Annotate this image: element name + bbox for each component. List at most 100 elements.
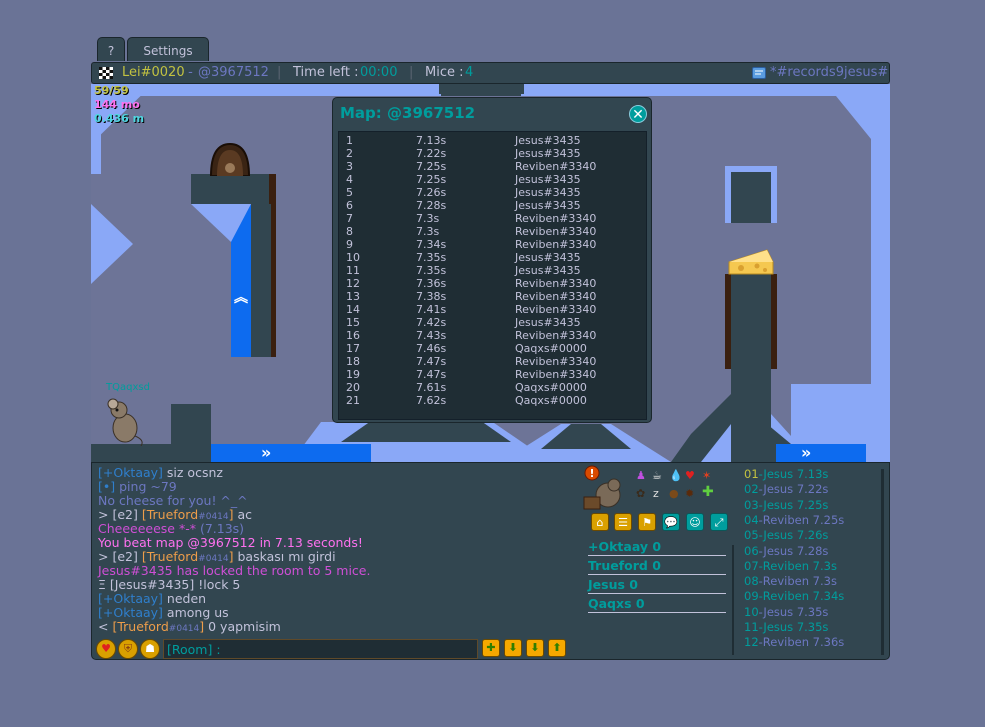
record-rank: 3 (346, 160, 353, 173)
player-row-score: 0 (629, 577, 638, 592)
shaman-icon[interactable]: ☗ (140, 639, 160, 659)
heart-icon[interactable]: ♥ (685, 469, 695, 483)
record-time: 7.38s (416, 290, 447, 303)
message-icon[interactable] (752, 66, 766, 79)
home-icon[interactable]: ⌂ (591, 513, 609, 531)
record-row: 9 7.34s Reviben#3340 (346, 238, 636, 251)
chat-message: neden (162, 591, 207, 606)
leaderboard-text: -Jesus 7.13s (758, 467, 829, 481)
chat-input[interactable]: [Room] : (163, 639, 478, 659)
chat-line: Jesus#3435 has locked the room to 5 mice… (98, 563, 371, 578)
help-tab[interactable]: ? (97, 37, 125, 61)
player-row[interactable]: Qaqxs 0 (588, 595, 726, 613)
map-ramp (191, 204, 251, 242)
chat-author[interactable]: [Trueford (142, 507, 198, 522)
sparkle-icon[interactable]: ✶ (702, 469, 711, 483)
leaderboard-position: 06 (744, 543, 759, 558)
chat-author[interactable]: [+Oktaay] (98, 591, 163, 606)
leaderboard-position: 08 (744, 574, 759, 589)
chat-author[interactable]: [Trueford (142, 549, 198, 564)
record-rank: 16 (346, 329, 360, 342)
down-icon[interactable]: ⬇ (526, 639, 544, 657)
record-player: Reviben#3340 (515, 290, 597, 303)
leaderboard-text: -Jesus 7.35s (758, 604, 829, 619)
leaderboard-entry: 08-Reviben 7.3s (744, 574, 837, 589)
record-rank: 15 (346, 316, 360, 329)
chat-author[interactable]: [+Oktaay] (98, 465, 163, 480)
record-rank: 20 (346, 381, 360, 394)
leaderboard-text: -Reviben 7.25s (758, 512, 845, 527)
fullscreen-icon[interactable]: ⤢ (710, 513, 728, 531)
speed-readout: 0.436 m (94, 112, 145, 125)
booster-right-icon: » (261, 443, 272, 462)
player-avatar[interactable]: ! (582, 465, 626, 511)
record-rank: 12 (346, 277, 360, 290)
record-rank: 17 (346, 342, 360, 355)
chat-icon[interactable]: 💬 (662, 513, 680, 531)
down-icon[interactable]: ⬇ (504, 639, 522, 657)
heart-icon[interactable]: ♥ (96, 639, 116, 659)
record-player: Qaqxs#0000 (515, 342, 587, 355)
record-rank: 9 (346, 238, 353, 251)
mouse-icon[interactable]: ✿ (636, 487, 645, 501)
chat-author[interactable]: [Trueford (112, 619, 168, 634)
player-name: Lei#0020 (122, 65, 185, 80)
cake-icon[interactable]: ☕ (652, 469, 662, 483)
leaderboard-text: -Reviben 7.3s (758, 558, 837, 573)
record-rank: 11 (346, 264, 360, 277)
mouse-avatar[interactable] (105, 396, 145, 446)
coffee-icon[interactable]: ● (669, 487, 679, 501)
record-rank: 4 (346, 173, 353, 186)
records-list[interactable]: 1 7.13s Jesus#3435 2 7.22s Jesus#3435 3 7.25s Re… (338, 131, 647, 420)
record-row: 21 7.62s Qaqxs#0000 (346, 394, 636, 407)
record-player: Reviben#3340 (515, 212, 597, 225)
record-rank: 21 (346, 394, 360, 407)
time-left-label: Time left : (293, 65, 363, 80)
mice-count: 4 (465, 65, 474, 80)
record-row: 17 7.46s Qaqxs#0000 (346, 342, 636, 355)
settings-tab[interactable]: Settings (127, 37, 209, 61)
record-player: Jesus#3435 (515, 134, 581, 147)
leaderboard-position: 10 (744, 604, 759, 619)
divider: | (277, 65, 282, 80)
drop-icon[interactable]: 💧 (669, 469, 683, 483)
chat-prefix: > [e2] (98, 549, 142, 564)
shop-icon[interactable]: ⛨ (118, 639, 138, 659)
record-time: 7.26s (416, 186, 447, 199)
pillar-column (251, 204, 271, 357)
player-row[interactable]: Trueford 0 (588, 557, 726, 575)
close-icon[interactable]: ✕ (629, 105, 647, 123)
up-icon[interactable]: ⬆ (548, 639, 566, 657)
dress-icon[interactable]: ♟ (636, 469, 646, 483)
leaderboard-text: -Reviben 7.36s (758, 635, 845, 650)
record-row: 4 7.25s Jesus#3435 (346, 173, 636, 186)
leaderboard-text: -Jesus 7.28s (758, 543, 829, 558)
bottom-panel: [+Oktaay] siz ocsnz [•] ping ~79 No chee… (91, 462, 890, 660)
plus-icon[interactable]: ✚ (702, 485, 714, 499)
player-row[interactable]: Jesus 0 (588, 576, 726, 594)
record-rank: 5 (346, 186, 353, 199)
bug-icon[interactable]: ✹ (685, 487, 694, 501)
player-row-score: 0 (652, 539, 662, 554)
player-list-scrollbar[interactable] (732, 545, 734, 655)
fps-counter: 59/59 (94, 84, 129, 97)
wardrobe-icon[interactable]: ⚑ (638, 513, 656, 531)
cheese-icon (728, 249, 774, 275)
record-player: Reviben#3340 (515, 225, 597, 238)
map-code[interactable]: @3967512 (198, 63, 269, 83)
record-row: 16 7.43s Reviben#3340 (346, 329, 636, 342)
chat-author[interactable]: [+Oktaay] (98, 605, 163, 620)
player-row[interactable]: +Oktaay 0 (588, 538, 726, 556)
sleep-icon[interactable]: z (653, 487, 659, 501)
map-ceiling-block (441, 84, 521, 96)
leaderboard-scrollbar[interactable] (881, 469, 884, 655)
pillar-top (191, 174, 271, 204)
plus-icon[interactable]: ✚ (482, 639, 500, 657)
record-time: 7.46s (416, 342, 447, 355)
record-row: 3 7.25s Reviben#3340 (346, 160, 636, 173)
discord-icon[interactable]: ☺ (686, 513, 704, 531)
list-icon[interactable]: ☰ (614, 513, 632, 531)
chat-line: [+Oktaay] neden (98, 592, 206, 606)
record-time: 7.36s (416, 277, 447, 290)
record-row: 19 7.47s Reviben#3340 (346, 368, 636, 381)
